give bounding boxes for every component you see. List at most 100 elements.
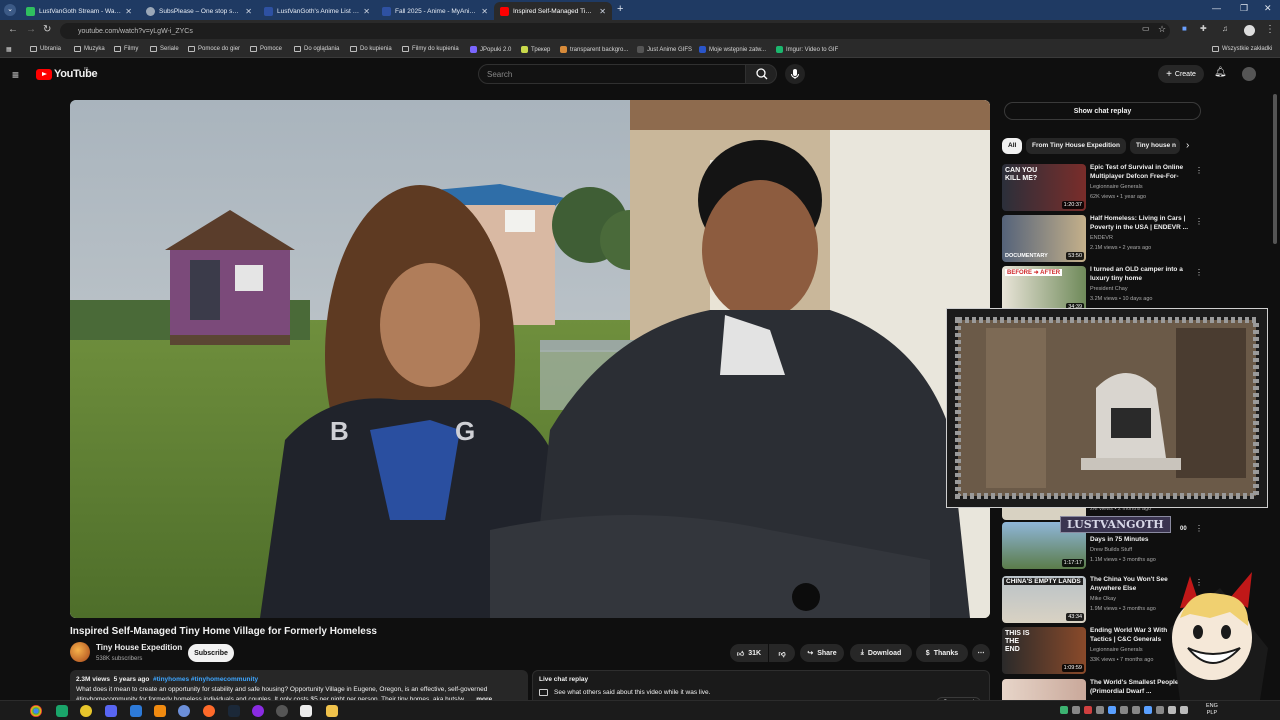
bookmark-star-icon[interactable]: ☆	[1158, 24, 1166, 35]
channel-name[interactable]: Legionnaire Generals	[1090, 647, 1143, 653]
recommended-video[interactable]: DOCUMENTARY 53:50 Half Homeless: Living …	[1002, 215, 1203, 263]
subscribe-button[interactable]: Subscribe	[188, 644, 234, 662]
chips-next-icon[interactable]: ›	[1186, 140, 1189, 151]
bookmark-folder[interactable]: Seriale	[150, 46, 179, 52]
video-thumbnail[interactable]: CAN YOU KILL ME? 1:20:37	[1002, 164, 1086, 211]
extension-icon[interactable]: ■	[1182, 24, 1187, 33]
taskbar-file-explorer-icon[interactable]	[326, 705, 338, 717]
dislike-button[interactable]: 👎︎	[769, 644, 795, 662]
youtube-logo-icon[interactable]	[36, 69, 52, 80]
tray-icon[interactable]	[1144, 706, 1152, 714]
tray-icon[interactable]	[1156, 706, 1164, 714]
reload-icon[interactable]: ↻	[43, 24, 51, 35]
system-tray[interactable]	[1060, 706, 1200, 716]
taskbar-app-icon[interactable]	[80, 705, 92, 717]
bookmark-folder[interactable]: Pomoce	[250, 46, 282, 52]
close-tab-icon[interactable]: ✕	[125, 7, 132, 16]
youtube-logo-text[interactable]: YouTube	[54, 68, 98, 80]
close-tab-icon[interactable]: ✕	[599, 7, 606, 16]
apps-grid-icon[interactable]: ▦	[6, 46, 12, 53]
tray-icon[interactable]	[1132, 706, 1140, 714]
taskbar-app-icon[interactable]	[300, 705, 312, 717]
tray-icon[interactable]	[1120, 706, 1128, 714]
page-scrollbar[interactable]	[1273, 94, 1277, 244]
more-actions-icon[interactable]: ⋮	[1195, 524, 1203, 533]
taskbar-app-icon[interactable]	[130, 705, 142, 717]
video-thumbnail[interactable]: DOCUMENTARY 53:50	[1002, 215, 1086, 262]
close-window-icon[interactable]: ✕	[1264, 3, 1272, 14]
show-chat-replay-button[interactable]: Show chat replay	[1004, 102, 1201, 120]
bookmark-link[interactable]: Just Anime GIFS	[637, 46, 692, 53]
tray-icon[interactable]	[1072, 706, 1080, 714]
chip-tiny-house[interactable]: Tiny house n	[1130, 138, 1180, 154]
bookmark-link[interactable]: Moje wstępnie zatw...	[699, 46, 766, 53]
bookmark-folder[interactable]: Filmy do kupienia	[402, 46, 459, 52]
taskbar-vlc-icon[interactable]	[154, 705, 166, 717]
video-title[interactable]: Days in 75 Minutes	[1090, 536, 1188, 545]
taskbar-firefox-icon[interactable]	[203, 705, 215, 717]
more-actions-icon[interactable]: ⋮	[1195, 166, 1203, 175]
close-tab-icon[interactable]: ✕	[363, 7, 370, 16]
keyboard-language[interactable]: ENG PLP	[1206, 703, 1218, 717]
search-button[interactable]	[745, 64, 777, 84]
taskbar-app-icon[interactable]	[178, 705, 190, 717]
taskbar-chrome-icon[interactable]	[30, 705, 42, 717]
bookmark-link[interactable]: JPopuki 2.0	[470, 46, 511, 53]
address-bar[interactable]: youtube.com/watch?v=yLgW-i_ZYCs	[60, 23, 1170, 39]
close-tab-icon[interactable]: ✕	[481, 7, 488, 16]
tray-icon[interactable]	[1084, 706, 1092, 714]
tray-icon[interactable]	[1096, 706, 1104, 714]
video-thumbnail[interactable]: CHINA'S EMPTY LANDS 43:34	[1002, 576, 1086, 623]
like-button[interactable]: 👍︎ 31K	[730, 644, 768, 662]
hamburger-menu-icon[interactable]: ≡	[12, 68, 19, 82]
bookmark-folder[interactable]: Ubrania	[30, 46, 61, 52]
cast-icon[interactable]: ▭	[1142, 24, 1150, 33]
more-actions-icon[interactable]: ⋮	[1195, 217, 1203, 226]
profile-avatar[interactable]	[1244, 25, 1255, 36]
bookmark-link[interactable]: Imgur: Video to GIF	[776, 46, 838, 53]
bookmark-link[interactable]: transparent backgro...	[560, 46, 628, 53]
bookmark-folder[interactable]: Do oglądania	[294, 46, 339, 52]
network-icon[interactable]	[1168, 706, 1176, 714]
more-actions-icon[interactable]: ⋮	[1195, 268, 1203, 277]
video-title[interactable]: Half Homeless: Living in Cars | Poverty …	[1090, 215, 1188, 232]
forward-icon[interactable]: →	[26, 24, 36, 35]
browser-tab-active[interactable]: Inspired Self-Managed Tiny Ho ✕	[494, 2, 612, 20]
channel-name[interactable]: Drew Builds Stuff	[1090, 547, 1132, 553]
channel-name[interactable]: ENDEVR	[1090, 235, 1113, 241]
thanks-button[interactable]: $ Thanks	[916, 644, 968, 662]
chip-from-channel[interactable]: From Tiny House Expedition	[1026, 138, 1127, 154]
extensions-puzzle-icon[interactable]: ✚	[1200, 24, 1207, 33]
all-bookmarks[interactable]: Wszystkie zakładki	[1212, 46, 1272, 52]
bookmark-link[interactable]: Трекер	[521, 46, 550, 53]
browser-tab[interactable]: SubsPlease – One stop shop fo ✕	[140, 2, 258, 20]
video-thumbnail[interactable]: THIS IS THE END 1:09:59	[1002, 627, 1086, 674]
bookmark-folder[interactable]: Muzyka	[74, 46, 105, 52]
taskbar-app-icon[interactable]	[276, 705, 288, 717]
voice-search-button[interactable]	[785, 64, 805, 84]
back-icon[interactable]: ←	[8, 24, 18, 35]
browser-tab[interactable]: LustVanGoth's Anime List - My ✕	[258, 2, 376, 20]
volume-icon[interactable]	[1180, 706, 1188, 714]
chip-all[interactable]: All	[1002, 138, 1023, 154]
bookmark-folder[interactable]: Pomoce do gier	[188, 46, 240, 52]
tray-icon[interactable]	[1060, 706, 1068, 714]
video-thumbnail[interactable]	[1002, 679, 1086, 700]
notifications-bell-icon[interactable]: 🔔︎	[1214, 67, 1227, 78]
tray-icon[interactable]	[1108, 706, 1116, 714]
minimize-icon[interactable]: —	[1212, 3, 1221, 13]
maximize-icon[interactable]: ❐	[1240, 3, 1248, 14]
channel-name[interactable]: Legionnaire Generals	[1090, 184, 1143, 190]
taskbar-discord-icon[interactable]	[105, 705, 117, 717]
media-icon[interactable]: ♫	[1222, 24, 1228, 33]
download-button[interactable]: ⤓ Download	[850, 644, 912, 662]
tab-search-icon[interactable]: ⌄	[4, 4, 16, 16]
browser-tab[interactable]: Fall 2025 - Anime - MyAnimeL ✕	[376, 2, 494, 20]
close-tab-icon[interactable]: ✕	[245, 7, 252, 16]
taskbar-app-icon[interactable]	[56, 705, 68, 717]
search-input[interactable]: Search	[478, 64, 746, 84]
taskbar-obs-icon[interactable]	[252, 705, 264, 717]
video-player[interactable]: B G	[70, 100, 990, 618]
recommended-video[interactable]: CAN YOU KILL ME? 1:20:37 Epic Test of Su…	[1002, 164, 1203, 212]
recommended-video[interactable]: BEFORE ➜ AFTER 34:39 I turned an OLD cam…	[1002, 266, 1203, 314]
